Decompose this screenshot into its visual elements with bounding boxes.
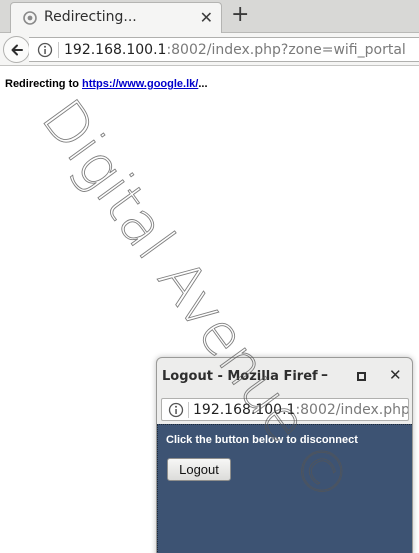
url-host: 192.168.100.1	[64, 42, 167, 58]
tab-bar: Redirecting... ✕ +	[0, 0, 419, 33]
url-separator	[188, 402, 189, 418]
back-button[interactable]	[3, 36, 30, 63]
minimize-icon[interactable]: –	[321, 367, 328, 383]
popup-url-bar[interactable]: 192.168.100.1:8002/index.php?zo	[161, 398, 409, 421]
back-arrow-icon	[11, 44, 23, 56]
popup-url-host: 192.168.100.1	[193, 402, 296, 418]
tab-redirecting[interactable]: Redirecting... ✕	[10, 2, 222, 33]
info-icon[interactable]	[168, 402, 184, 418]
redirect-prefix: Redirecting to	[5, 78, 83, 90]
tab-title: Redirecting...	[44, 9, 137, 25]
disconnect-message: Click the button below to disconnect	[166, 434, 358, 446]
info-icon[interactable]	[37, 42, 53, 58]
popup-title: Logout - Mozilla Firefox	[162, 369, 318, 384]
popup-url-text[interactable]: 192.168.100.1:8002/index.php?zo	[193, 401, 409, 419]
redirect-message: Redirecting to https://www.google.lk/...	[5, 78, 208, 90]
new-tab-icon[interactable]: +	[231, 4, 249, 26]
url-text[interactable]: 192.168.100.1:8002/index.php?zone=wifi_p…	[64, 41, 406, 59]
popup-url-path: :8002/index.php?zo	[295, 402, 409, 418]
maximize-icon[interactable]	[357, 372, 366, 381]
redirect-suffix: ...	[198, 78, 208, 90]
close-tab-icon[interactable]: ✕	[200, 9, 213, 27]
url-separator	[58, 42, 59, 58]
url-path: :8002/index.php?zone=wifi_portal	[166, 42, 406, 58]
logout-button[interactable]: Logout	[167, 458, 231, 481]
loading-icon	[23, 11, 37, 25]
url-bar[interactable]: 192.168.100.1:8002/index.php?zone=wifi_p…	[29, 37, 419, 62]
navigation-bar: 192.168.100.1:8002/index.php?zone=wifi_p…	[0, 33, 419, 66]
close-window-icon[interactable]: ✕	[389, 366, 402, 384]
redirect-link[interactable]: https://www.google.lk/	[82, 78, 198, 90]
popup-content: Click the button below to disconnect Log…	[157, 424, 412, 553]
logout-popup-window: Logout - Mozilla Firefox – ✕ 192.168.100…	[156, 357, 413, 553]
